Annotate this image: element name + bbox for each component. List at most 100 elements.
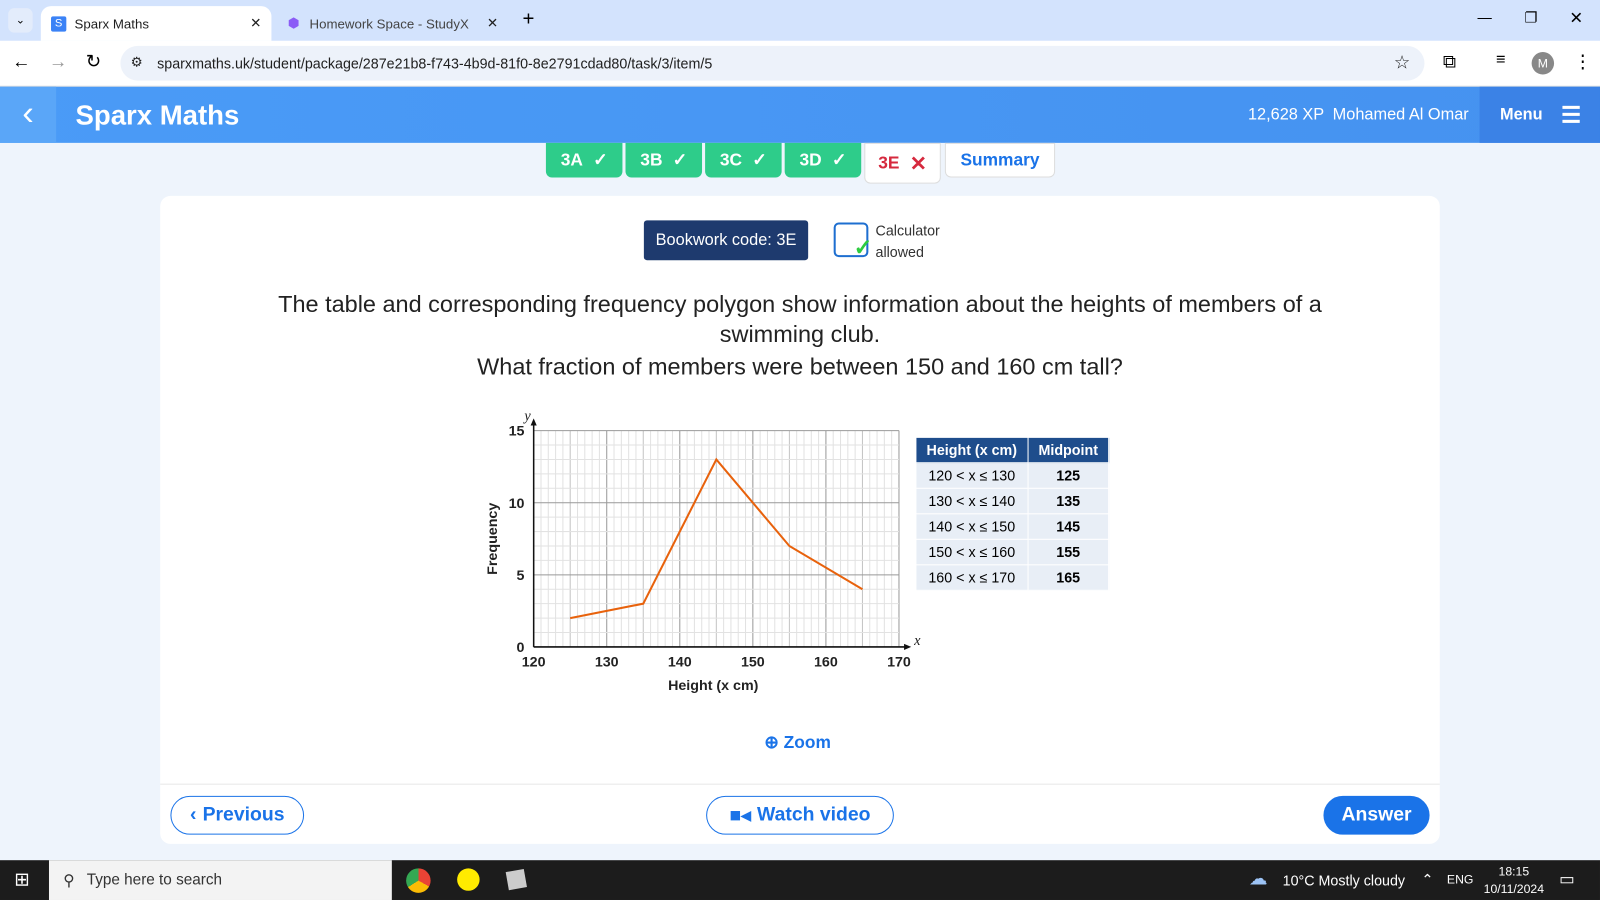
y-tick-label: 15 xyxy=(509,424,525,440)
x-tick-label: 120 xyxy=(522,654,546,670)
search-icon: ⚲ xyxy=(63,871,75,890)
site-settings-icon[interactable]: ⚙ xyxy=(131,54,143,70)
menu-label: Menu xyxy=(1499,105,1543,123)
height-cell: 140 < x ≤ 150 xyxy=(915,513,1029,540)
check-icon: ✓ xyxy=(752,149,767,170)
reload-icon[interactable]: ↻ xyxy=(86,51,101,72)
tab-studyx[interactable]: ⬢ Homework Space - StudyX ✕ xyxy=(278,6,509,41)
height-cell: 120 < x ≤ 130 xyxy=(915,462,1029,489)
tab-sparx[interactable]: S Sparx Maths ✕ xyxy=(40,6,272,41)
xp-count: 12,628 XP xyxy=(1247,106,1325,124)
tab-title: Homework Space - StudyX xyxy=(309,15,469,32)
time: 18:15 xyxy=(1498,864,1530,879)
height-cell: 150 < x ≤ 160 xyxy=(915,538,1029,566)
midpoint-cell: 145 xyxy=(1027,513,1110,540)
x-tick-label: 170 xyxy=(887,654,911,670)
calc-line: allowed xyxy=(875,243,924,261)
divider xyxy=(160,783,1440,785)
url-text: sparxmaths.uk/student/package/287e21b8-f… xyxy=(157,55,713,72)
y-axis-label: Frequency xyxy=(485,503,501,575)
new-tab-icon[interactable]: + xyxy=(522,8,534,31)
chrome-icon[interactable] xyxy=(406,868,431,893)
tab-summary[interactable]: Summary xyxy=(944,142,1056,178)
watch-label: Watch video xyxy=(757,804,871,826)
tab-3A[interactable]: 3A ✓ xyxy=(545,142,623,178)
zoom-label: Zoom xyxy=(783,732,831,753)
profile-avatar[interactable]: M xyxy=(1531,52,1555,75)
notifications-icon[interactable]: ▭ xyxy=(1559,869,1574,889)
weather-text[interactable]: 10°C Mostly cloudy xyxy=(1283,872,1405,888)
tab-label: 3E xyxy=(878,153,900,173)
x-tick-label: 130 xyxy=(595,654,619,670)
tray-chevron-icon[interactable]: ⌃ xyxy=(1421,871,1433,888)
y-tick-label: 10 xyxy=(509,496,525,512)
midpoint-cell: 135 xyxy=(1027,487,1110,515)
tab-label: 3C xyxy=(719,149,743,170)
search-placeholder: Type here to search xyxy=(86,871,223,889)
zoom-button[interactable]: ⊕ Zoom xyxy=(764,733,831,753)
tab-label: 3A xyxy=(560,149,583,170)
app-title: Sparx Maths xyxy=(75,99,240,131)
x-tick-label: 150 xyxy=(741,654,765,670)
url-input[interactable]: ⚙ sparxmaths.uk/student/package/287e21b8-… xyxy=(120,45,1425,81)
media-icon[interactable]: ≡ xyxy=(1496,51,1506,69)
table-row: 140 < x ≤ 150 145 xyxy=(915,513,1110,540)
weather-icon: ☁ xyxy=(1248,868,1268,889)
table-row: 130 < x ≤ 140 135 xyxy=(915,487,1110,515)
midpoint-cell: 165 xyxy=(1027,564,1110,591)
x-axis-label: Height (x cm) xyxy=(668,678,759,694)
y-var-label: y xyxy=(522,410,531,424)
check-icon: ✓ xyxy=(831,149,847,170)
tab-3B[interactable]: 3B ✓ xyxy=(625,142,703,178)
video-camera-icon: ■◂ xyxy=(729,804,751,827)
extensions-icon[interactable]: ⧉ xyxy=(1443,51,1456,72)
forward-icon[interactable]: → xyxy=(49,51,67,72)
table-row: 120 < x ≤ 130 125 xyxy=(915,462,1110,489)
minimize-icon[interactable]: — xyxy=(1478,9,1492,25)
app-icon[interactable] xyxy=(505,868,527,891)
calc-line: Calculator xyxy=(875,222,940,239)
previous-label: Previous xyxy=(202,804,285,826)
y-arrow xyxy=(530,418,537,426)
taskbar-search-input[interactable]: ⚲ Type here to search xyxy=(48,860,392,900)
tab-3C[interactable]: 3C ✓ xyxy=(705,142,782,178)
hamburger-icon: ☰ xyxy=(1560,101,1582,128)
table-row: 160 < x ≤ 170 165 xyxy=(915,564,1110,591)
language[interactable]: ENG xyxy=(1447,872,1474,886)
studyx-favicon-icon: ⬢ xyxy=(287,15,300,31)
tab-label: 3D xyxy=(799,149,822,170)
x-tick-label: 160 xyxy=(814,654,838,670)
midpoint-cell: 155 xyxy=(1027,538,1110,566)
more-icon[interactable]: ⋮ xyxy=(1573,51,1591,72)
frequency-polygon-chart: 120 130 140 150 160 170 0 5 10 15 Height (x cm) Fre… xyxy=(485,410,921,694)
question-line: swimming club. xyxy=(719,320,881,347)
midpoint-table: Height (x cm) Midpoint 120 < x ≤ 130 125 13… xyxy=(915,436,1110,591)
taskbar: ⊞ ⚲ Type here to search ☁ 10°C Mostly clo… xyxy=(0,860,1600,900)
close-icon[interactable]: ✕ xyxy=(250,15,261,31)
tab-search-button[interactable]: ⌄ xyxy=(8,8,33,33)
back-icon[interactable]: ← xyxy=(12,51,30,72)
check-icon: ✓ xyxy=(672,149,688,170)
menu-button[interactable]: Menu ☰ xyxy=(1479,86,1600,143)
restore-icon[interactable]: ❐ xyxy=(1524,9,1537,26)
watch-video-button[interactable]: ■◂ Watch video xyxy=(706,795,894,835)
previous-button[interactable]: ‹ Previous xyxy=(170,795,305,835)
tab-3D[interactable]: 3D ✓ xyxy=(784,142,862,178)
close-icon[interactable]: ✕ xyxy=(487,15,498,31)
window-close-icon[interactable]: ✕ xyxy=(1569,8,1583,28)
table-row: 150 < x ≤ 160 155 xyxy=(915,538,1110,566)
windows-start-icon[interactable]: ⊞ xyxy=(14,869,29,890)
answer-button[interactable]: Answer xyxy=(1323,795,1430,835)
snapchat-icon[interactable] xyxy=(457,868,480,891)
midpoint-cell: 125 xyxy=(1027,462,1110,489)
back-chevron-icon[interactable]: ‹ xyxy=(0,86,57,143)
tab-3E[interactable]: 3E ✕ xyxy=(864,142,941,184)
calculator-icon: ✓ xyxy=(833,222,872,260)
browser-tab-bar: ⌄ S Sparx Maths ✕ ⬢ Homework Space - Stu… xyxy=(0,0,1600,41)
user-name: Mohamed Al Omar xyxy=(1332,106,1469,124)
app-header: ‹ Sparx Maths 12,628 XP Mohamed Al Omar … xyxy=(0,86,1600,143)
table-header: Height (x cm) xyxy=(915,436,1029,464)
x-var-label: x xyxy=(913,633,921,649)
clock[interactable]: 18:15 10/11/2024 xyxy=(1484,863,1544,898)
bookmark-star-icon[interactable]: ☆ xyxy=(1394,52,1410,73)
